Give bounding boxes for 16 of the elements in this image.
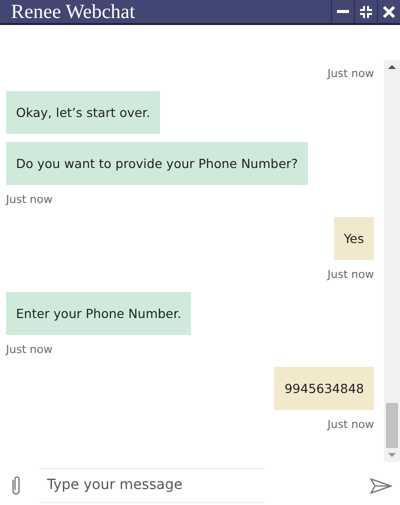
timestamp: Just now — [328, 418, 374, 431]
message-bubble: Okay, let’s start over. — [6, 91, 160, 134]
timestamp: Just now — [328, 268, 374, 281]
scrollbar-thumb[interactable] — [386, 403, 398, 448]
minimize-icon — [337, 10, 349, 13]
timestamp: Just now — [6, 343, 52, 356]
message-bubble: 9945634848 — [274, 367, 374, 410]
message-input[interactable]: Type your message — [39, 468, 265, 503]
message-bubble: Enter your Phone Number. — [6, 292, 192, 335]
message-bubble: Yes — [334, 217, 374, 260]
close-icon — [382, 4, 396, 18]
timestamp: Just now — [328, 67, 374, 80]
window-title: Renee Webchat — [10, 0, 136, 24]
message-bubble: Do you want to provide your Phone Number? — [6, 142, 308, 185]
timestamp: Just now — [6, 193, 52, 206]
collapse-icon — [359, 4, 373, 18]
